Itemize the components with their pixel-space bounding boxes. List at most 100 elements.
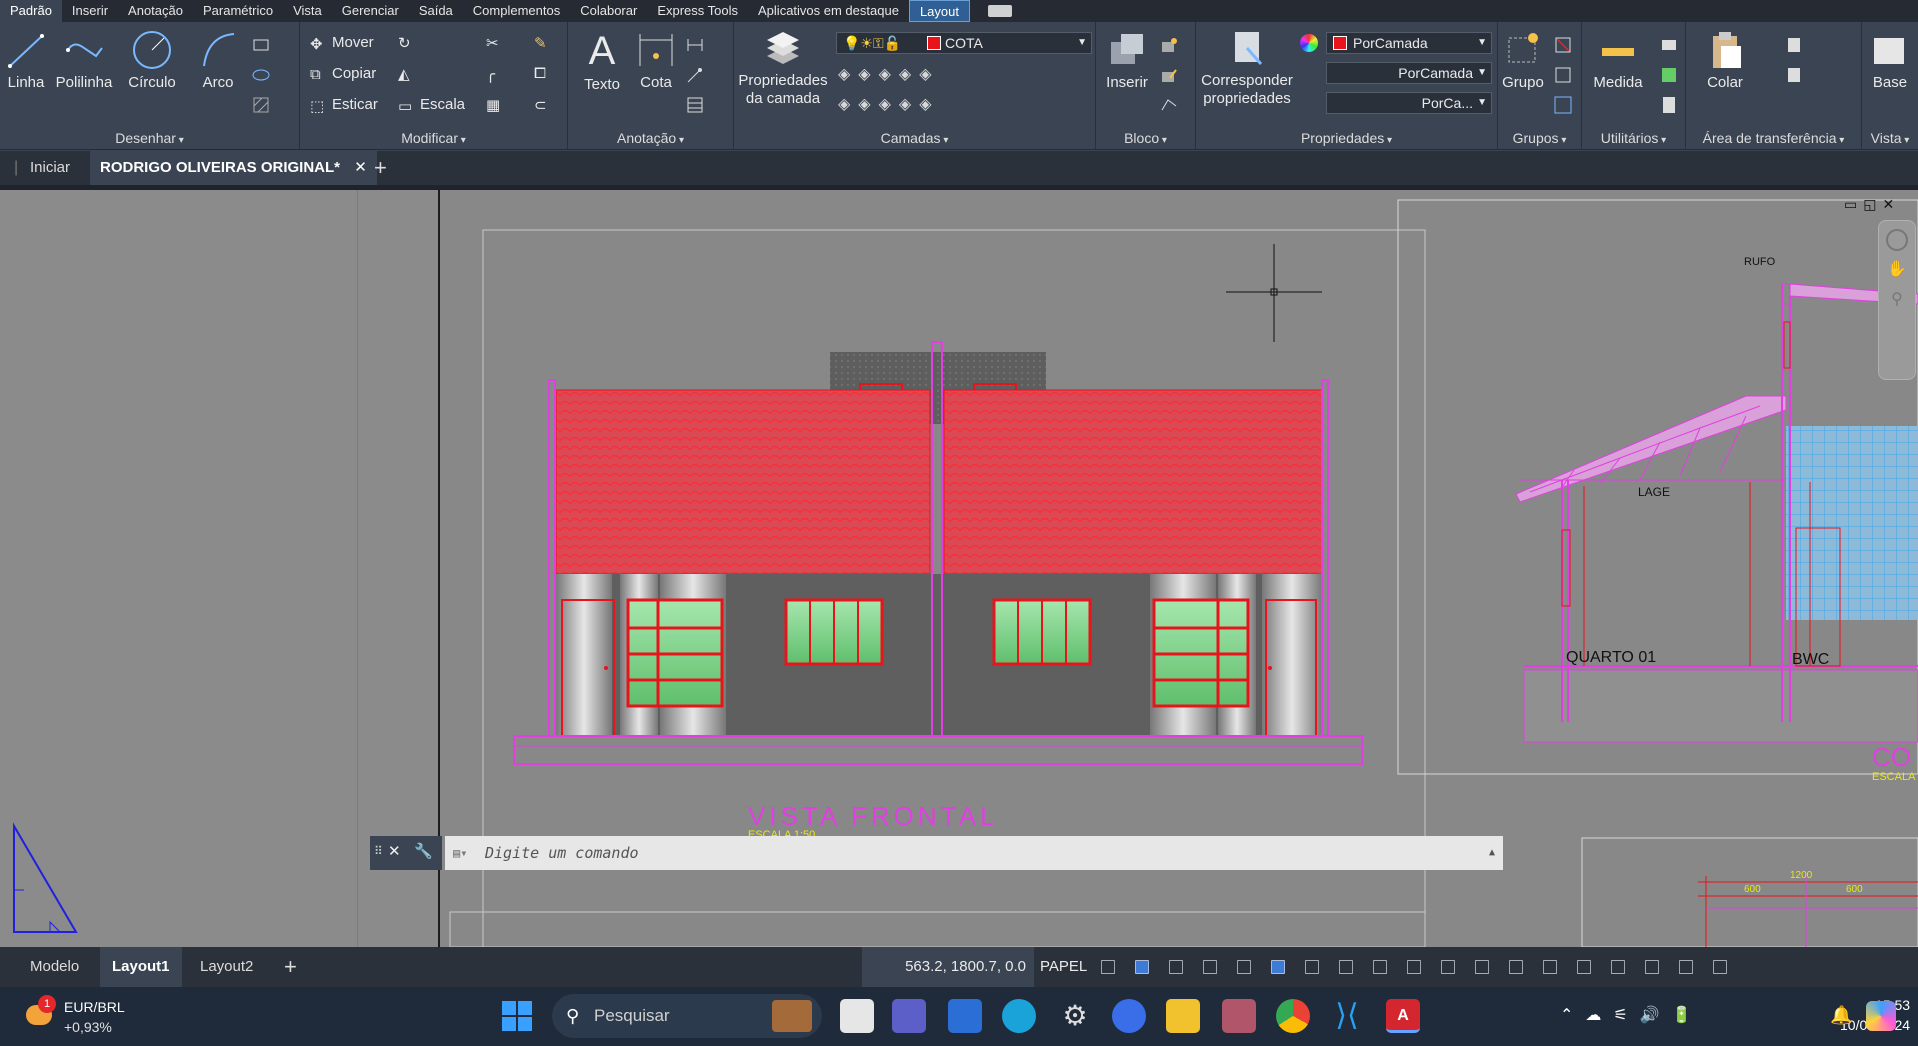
hatch-icon[interactable] bbox=[252, 96, 270, 114]
panel-title-vista[interactable]: Vista bbox=[1862, 128, 1918, 148]
panel-title-grupos[interactable]: Grupos bbox=[1498, 128, 1581, 148]
workspace-toggle-icon[interactable] bbox=[987, 5, 1012, 17]
grid-icon[interactable] bbox=[1101, 960, 1115, 974]
settings-icon[interactable]: ⚙ bbox=[1058, 999, 1092, 1033]
browser-app-icon[interactable] bbox=[1112, 999, 1146, 1033]
notification-bell-icon[interactable]: 🔔 bbox=[1830, 1005, 1852, 1026]
zoom-icon[interactable]: ⚲ bbox=[1886, 289, 1908, 311]
linetype-dropdown[interactable]: PorCamada ▼ bbox=[1326, 62, 1492, 84]
tab-gerenciar[interactable]: Gerenciar bbox=[332, 0, 409, 22]
copilot-icon[interactable] bbox=[1866, 1001, 1896, 1031]
photos-app-icon[interactable] bbox=[1222, 999, 1256, 1033]
array-button[interactable]: ▦ bbox=[486, 96, 502, 114]
steering-wheel-icon[interactable] bbox=[1886, 229, 1908, 251]
table-icon[interactable] bbox=[686, 96, 704, 114]
otrack-icon[interactable] bbox=[1271, 960, 1285, 974]
linear-dim-icon[interactable] bbox=[686, 36, 704, 54]
grupo-button[interactable]: Grupo bbox=[1500, 30, 1546, 92]
edge-icon[interactable] bbox=[1002, 999, 1036, 1033]
mover-button[interactable]: ✥ Mover bbox=[310, 34, 374, 53]
panel-title-bloco[interactable]: Bloco bbox=[1096, 128, 1195, 148]
taskbar-search[interactable]: ⚲ Pesquisar bbox=[552, 994, 822, 1038]
snap-icon[interactable] bbox=[1135, 960, 1149, 974]
store-icon[interactable] bbox=[948, 999, 982, 1033]
polar-icon[interactable] bbox=[1203, 960, 1217, 974]
medida-button[interactable]: Medida bbox=[1590, 30, 1646, 92]
layer-tools-row-1[interactable]: ◈◈◈◈◈ bbox=[838, 64, 940, 84]
panel-title-propriedades[interactable]: Propriedades bbox=[1196, 128, 1497, 148]
corresponder-button[interactable]: Corresponder propriedades bbox=[1198, 30, 1296, 108]
properties-icon[interactable] bbox=[1577, 960, 1591, 974]
taskview-icon[interactable] bbox=[840, 999, 874, 1033]
base-button[interactable]: Base bbox=[1866, 30, 1914, 92]
tab-inserir[interactable]: Inserir bbox=[62, 0, 118, 22]
trim-button[interactable]: ✂ bbox=[486, 34, 502, 52]
texto-button[interactable]: A Texto bbox=[580, 30, 624, 94]
tab-vista[interactable]: Vista bbox=[283, 0, 332, 22]
chrome-icon[interactable] bbox=[1276, 999, 1310, 1033]
close-icon[interactable]: ✕ bbox=[354, 159, 367, 176]
command-history-icon[interactable]: ▤▾ bbox=[453, 836, 467, 870]
tab-parametrico[interactable]: Paramétrico bbox=[193, 0, 283, 22]
tab-saida[interactable]: Saída bbox=[409, 0, 463, 22]
color-dropdown[interactable]: PorCamada ▼ bbox=[1326, 32, 1492, 54]
group-select-icon[interactable] bbox=[1554, 96, 1572, 114]
copiar-button[interactable]: ⧉ Copiar bbox=[310, 65, 376, 83]
explode-button[interactable]: ⧠ bbox=[534, 65, 550, 82]
propriedades-camada-button[interactable]: Propriedades da camada bbox=[736, 30, 830, 108]
panel-title-camadas[interactable]: Camadas bbox=[734, 128, 1095, 148]
tab-modelo[interactable]: Modelo bbox=[30, 947, 79, 987]
tab-layout2[interactable]: Layout2 bbox=[200, 947, 253, 987]
new-tab-button[interactable]: + bbox=[374, 151, 387, 185]
annotation-scale-icon[interactable] bbox=[1441, 960, 1455, 974]
tab-express-tools[interactable]: Express Tools bbox=[647, 0, 748, 22]
cut-icon[interactable] bbox=[1786, 36, 1804, 54]
paper-space-toggle[interactable]: PAPEL bbox=[1040, 947, 1087, 987]
3d-osnap-icon[interactable] bbox=[1407, 960, 1421, 974]
plus-icon[interactable] bbox=[1543, 960, 1557, 974]
tab-layout[interactable]: Layout bbox=[908, 0, 970, 22]
layer-dropdown[interactable]: 💡☀⚿🔓 COTA ▼ bbox=[836, 32, 1092, 54]
panel-title-modificar[interactable]: Modificar bbox=[300, 128, 567, 148]
grip-icon[interactable]: ⠿ bbox=[374, 844, 383, 858]
layer-tools-row-2[interactable]: ◈◈◈◈◈ bbox=[838, 94, 940, 114]
coordinate-readout[interactable]: 563.2, 1800.7, 0.0 bbox=[862, 947, 1034, 987]
windows-start-icon[interactable] bbox=[502, 1001, 532, 1031]
selection-cycling-icon[interactable] bbox=[1373, 960, 1387, 974]
new-layout-button[interactable]: + bbox=[284, 947, 297, 987]
clean-screen-icon[interactable] bbox=[1679, 960, 1693, 974]
panel-title-desenhar[interactable]: Desenhar bbox=[0, 128, 299, 148]
transparency-icon[interactable] bbox=[1339, 960, 1353, 974]
rectangle-icon[interactable] bbox=[252, 36, 270, 54]
osnap-icon[interactable] bbox=[1237, 960, 1251, 974]
mirror-button[interactable]: ◭ bbox=[398, 65, 414, 83]
circulo-button[interactable]: Círculo bbox=[124, 30, 180, 92]
arco-button[interactable]: Arco bbox=[196, 30, 240, 92]
escala-button[interactable]: ▭ Escala bbox=[398, 96, 465, 115]
command-input[interactable]: ▤▾ Digite um comando ▲ bbox=[445, 836, 1503, 870]
color-wheel-icon[interactable] bbox=[1300, 34, 1318, 52]
tab-colaborar[interactable]: Colaborar bbox=[570, 0, 647, 22]
tab-padrao[interactable]: Padrão bbox=[0, 0, 62, 22]
select-all-icon[interactable] bbox=[1660, 66, 1678, 84]
offset-button[interactable]: ⊂ bbox=[534, 96, 550, 114]
tab-layout1[interactable]: Layout1 bbox=[100, 947, 182, 987]
autocad-icon[interactable]: A bbox=[1386, 999, 1420, 1033]
ellipse-icon[interactable] bbox=[252, 66, 270, 84]
tab-drawing-active[interactable]: RODRIGO OLIVEIRAS ORIGINAL* ✕ bbox=[90, 151, 377, 185]
ortho-icon[interactable] bbox=[1169, 960, 1183, 974]
edit-block-icon[interactable] bbox=[1160, 66, 1178, 84]
cota-button[interactable]: Cota bbox=[634, 30, 678, 92]
navigation-bar[interactable]: ✋ ⚲ bbox=[1878, 220, 1916, 380]
panel-title-anotacao[interactable]: Anotação bbox=[568, 128, 733, 148]
pan-icon[interactable]: ✋ bbox=[1886, 259, 1908, 281]
leader-icon[interactable] bbox=[686, 66, 704, 84]
hardware-accel-icon[interactable] bbox=[1645, 960, 1659, 974]
vscode-icon[interactable]: ⟩⟨ bbox=[1330, 999, 1364, 1033]
close-icon[interactable]: ✕ bbox=[388, 842, 401, 860]
tab-complementos[interactable]: Complementos bbox=[463, 0, 570, 22]
workspace-icon[interactable] bbox=[1475, 960, 1489, 974]
ungroup-icon[interactable] bbox=[1554, 36, 1572, 54]
command-line-handle[interactable]: ⠿ ✕ 🔧 bbox=[370, 836, 442, 870]
isolate-icon[interactable] bbox=[1611, 960, 1625, 974]
